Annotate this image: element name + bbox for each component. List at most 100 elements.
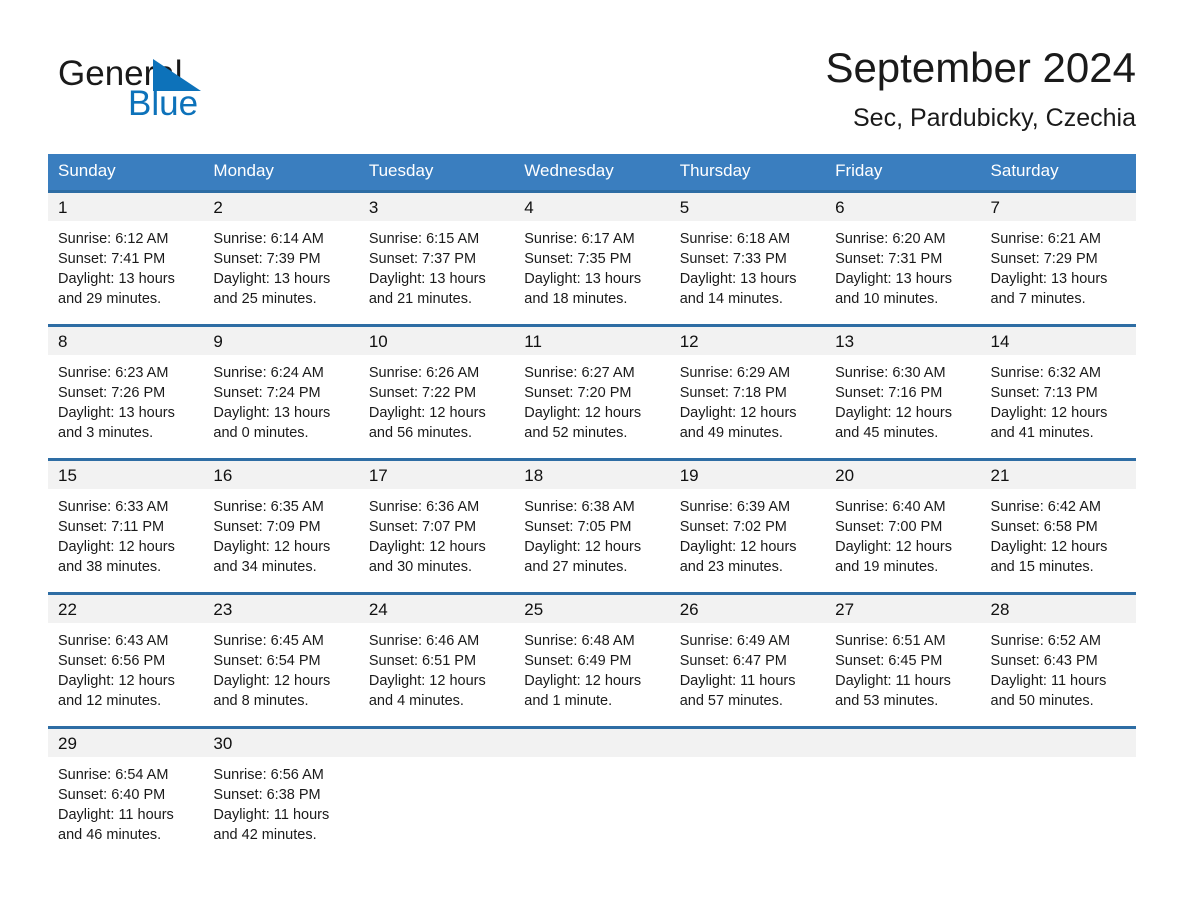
day-info: Sunrise: 6:20 AM Sunset: 7:31 PM Dayligh…	[825, 221, 980, 310]
day-cell[interactable]: 13 Sunrise: 6:30 AM Sunset: 7:16 PM Dayl…	[825, 323, 981, 460]
day-cell[interactable]: 17 Sunrise: 6:36 AM Sunset: 7:07 PM Dayl…	[358, 457, 515, 594]
day-cell[interactable]: 18 Sunrise: 6:38 AM Sunset: 7:05 PM Dayl…	[514, 457, 670, 594]
daylight-text-line1: Daylight: 13 hours	[368, 271, 486, 288]
day-cell[interactable]: 14 Sunrise: 6:32 AM Sunset: 7:13 PM Dayl…	[980, 323, 1136, 460]
daylight-text-line2: and 27 minutes.	[524, 559, 628, 576]
sunset-text: Sunset: 7:39 PM	[213, 250, 321, 267]
daylight-text-line1: Daylight: 13 hours	[524, 271, 642, 288]
day-info	[825, 757, 980, 765]
daylight-text-line1: Daylight: 13 hours	[679, 271, 797, 288]
calendar-week-row: 22 Sunrise: 6:43 AM Sunset: 6:56 PM Dayl…	[48, 591, 1136, 728]
day-number: 29	[48, 728, 204, 757]
daylight-text-line2: and 7 minutes.	[990, 291, 1086, 308]
sunset-text: Sunset: 7:31 PM	[835, 250, 943, 267]
day-cell[interactable]: 27 Sunrise: 6:51 AM Sunset: 6:45 PM Dayl…	[825, 591, 981, 728]
daylight-text-line1: Daylight: 12 hours	[58, 539, 175, 556]
day-cell[interactable]: 19 Sunrise: 6:39 AM Sunset: 7:02 PM Dayl…	[669, 457, 826, 594]
sunrise-text: Sunrise: 6:18 AM	[679, 230, 791, 247]
day-cell[interactable]: 11 Sunrise: 6:27 AM Sunset: 7:20 PM Dayl…	[514, 323, 670, 460]
day-number: 2	[203, 192, 359, 221]
daylight-text-line1: Daylight: 12 hours	[990, 539, 1108, 556]
day-cell[interactable]: 28 Sunrise: 6:52 AM Sunset: 6:43 PM Dayl…	[980, 591, 1136, 728]
day-info	[670, 757, 825, 765]
day-cell[interactable]: 26 Sunrise: 6:49 AM Sunset: 6:47 PM Dayl…	[669, 591, 826, 728]
daylight-text-line1: Daylight: 12 hours	[679, 405, 797, 422]
day-cell[interactable]: 4 Sunrise: 6:17 AM Sunset: 7:35 PM Dayli…	[514, 189, 670, 326]
day-cell[interactable]: 24 Sunrise: 6:46 AM Sunset: 6:51 PM Dayl…	[358, 591, 515, 728]
page-title: September 2024	[825, 44, 1136, 91]
day-number: 1	[48, 192, 204, 221]
day-number: 28	[980, 594, 1136, 623]
daylight-text-line2: and 4 minutes.	[368, 693, 464, 710]
day-number: 20	[825, 460, 981, 489]
day-cell[interactable]: 2 Sunrise: 6:14 AM Sunset: 7:39 PM Dayli…	[203, 189, 359, 326]
day-cell[interactable]: 29 Sunrise: 6:54 AM Sunset: 6:40 PM Dayl…	[48, 725, 204, 862]
day-info: Sunrise: 6:36 AM Sunset: 7:07 PM Dayligh…	[359, 489, 514, 578]
day-info: Sunrise: 6:49 AM Sunset: 6:47 PM Dayligh…	[670, 623, 825, 712]
sunset-text: Sunset: 7:07 PM	[368, 518, 477, 535]
daylight-text-line1: Daylight: 12 hours	[524, 405, 642, 422]
daylight-text-line2: and 23 minutes.	[679, 559, 783, 576]
page-subtitle: Sec, Pardubicky, Czechia	[853, 103, 1136, 132]
day-cell[interactable]: 30 Sunrise: 6:56 AM Sunset: 6:38 PM Dayl…	[203, 725, 359, 862]
daylight-text-line1: Daylight: 12 hours	[524, 673, 642, 690]
sunrise-text: Sunrise: 6:43 AM	[58, 632, 169, 649]
sunset-text: Sunset: 7:05 PM	[524, 518, 632, 535]
day-number: 8	[48, 326, 204, 355]
weekday-header-sunday: Sunday	[48, 154, 204, 192]
day-number: 21	[980, 460, 1136, 489]
day-cell[interactable]: 20 Sunrise: 6:40 AM Sunset: 7:00 PM Dayl…	[825, 457, 981, 594]
day-number: 23	[203, 594, 359, 623]
sunrise-text: Sunrise: 6:33 AM	[58, 498, 169, 515]
day-info: Sunrise: 6:40 AM Sunset: 7:00 PM Dayligh…	[825, 489, 980, 578]
day-cell[interactable]: 23 Sunrise: 6:45 AM Sunset: 6:54 PM Dayl…	[203, 591, 359, 728]
day-cell[interactable]: 3 Sunrise: 6:15 AM Sunset: 7:37 PM Dayli…	[358, 189, 515, 326]
sunset-text: Sunset: 6:47 PM	[679, 652, 787, 669]
day-number: 6	[825, 192, 981, 221]
sunset-text: Sunset: 7:00 PM	[835, 518, 943, 535]
day-number	[825, 728, 981, 757]
daylight-text-line2: and 8 minutes.	[213, 693, 309, 710]
day-number: 11	[514, 326, 670, 355]
day-cell[interactable]: 7 Sunrise: 6:21 AM Sunset: 7:29 PM Dayli…	[980, 189, 1136, 326]
sunset-text: Sunset: 7:11 PM	[58, 518, 165, 535]
sunrise-text: Sunrise: 6:26 AM	[368, 364, 480, 381]
sunrise-text: Sunrise: 6:39 AM	[679, 498, 791, 515]
day-number: 7	[980, 192, 1136, 221]
day-cell[interactable]: 16 Sunrise: 6:35 AM Sunset: 7:09 PM Dayl…	[203, 457, 359, 594]
sunset-text: Sunset: 7:33 PM	[679, 250, 787, 267]
logo-text-blue: Blue	[128, 84, 199, 123]
day-cell[interactable]: 6 Sunrise: 6:20 AM Sunset: 7:31 PM Dayli…	[825, 189, 981, 326]
day-cell[interactable]: 21 Sunrise: 6:42 AM Sunset: 6:58 PM Dayl…	[980, 457, 1136, 594]
day-info: Sunrise: 6:32 AM Sunset: 7:13 PM Dayligh…	[981, 355, 1136, 444]
sunrise-text: Sunrise: 6:52 AM	[990, 632, 1101, 649]
daylight-text-line1: Daylight: 12 hours	[835, 405, 952, 422]
sunrise-text: Sunrise: 6:27 AM	[524, 364, 635, 381]
day-info: Sunrise: 6:38 AM Sunset: 7:05 PM Dayligh…	[514, 489, 669, 578]
daylight-text-line2: and 1 minute.	[524, 693, 613, 710]
day-cell[interactable]: 25 Sunrise: 6:48 AM Sunset: 6:49 PM Dayl…	[514, 591, 670, 728]
day-cell[interactable]: 9 Sunrise: 6:24 AM Sunset: 7:24 PM Dayli…	[203, 323, 359, 460]
sunrise-text: Sunrise: 6:49 AM	[679, 632, 791, 649]
day-cell[interactable]: 10 Sunrise: 6:26 AM Sunset: 7:22 PM Dayl…	[358, 323, 515, 460]
day-cell[interactable]: 8 Sunrise: 6:23 AM Sunset: 7:26 PM Dayli…	[48, 323, 204, 460]
day-info: Sunrise: 6:30 AM Sunset: 7:16 PM Dayligh…	[825, 355, 980, 444]
day-info: Sunrise: 6:35 AM Sunset: 7:09 PM Dayligh…	[203, 489, 358, 578]
day-number: 22	[48, 594, 204, 623]
calendar-body: 1 Sunrise: 6:12 AM Sunset: 7:41 PM Dayli…	[48, 189, 1136, 862]
day-cell[interactable]: 15 Sunrise: 6:33 AM Sunset: 7:11 PM Dayl…	[48, 457, 204, 594]
daylight-text-line2: and 38 minutes.	[58, 559, 162, 576]
daylight-text-line1: Daylight: 12 hours	[213, 673, 331, 690]
weekday-header-monday: Monday	[203, 154, 359, 192]
daylight-text-line2: and 41 minutes.	[990, 425, 1094, 442]
day-cell[interactable]: 22 Sunrise: 6:43 AM Sunset: 6:56 PM Dayl…	[48, 591, 204, 728]
generalblue-logo[interactable]: General Blue	[58, 46, 358, 124]
day-info: Sunrise: 6:39 AM Sunset: 7:02 PM Dayligh…	[670, 489, 825, 578]
day-cell[interactable]: 5 Sunrise: 6:18 AM Sunset: 7:33 PM Dayli…	[669, 189, 826, 326]
day-number: 17	[358, 460, 515, 489]
day-cell[interactable]: 1 Sunrise: 6:12 AM Sunset: 7:41 PM Dayli…	[48, 189, 204, 326]
daylight-text-line2: and 25 minutes.	[213, 291, 317, 308]
sunrise-text: Sunrise: 6:40 AM	[835, 498, 946, 515]
day-info: Sunrise: 6:12 AM Sunset: 7:41 PM Dayligh…	[48, 221, 203, 310]
day-cell[interactable]: 12 Sunrise: 6:29 AM Sunset: 7:18 PM Dayl…	[669, 323, 826, 460]
